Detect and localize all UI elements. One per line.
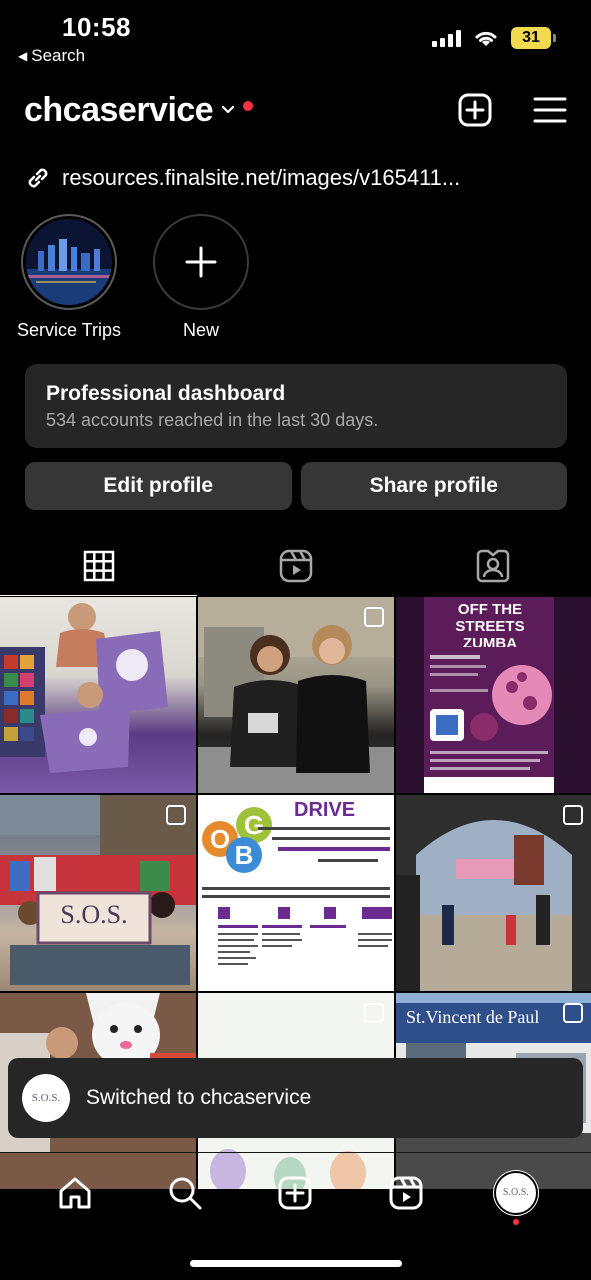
search-icon: [169, 1177, 202, 1209]
chevron-down-icon[interactable]: [221, 103, 235, 117]
highlight-label: Service Trips: [16, 320, 122, 340]
post-thumbnail[interactable]: [0, 597, 196, 793]
tab-tagged[interactable]: [394, 536, 591, 596]
professional-dashboard[interactable]: Professional dashboard 534 accounts reac…: [25, 364, 567, 448]
multi-photo-icon: [563, 1003, 583, 1023]
nav-home[interactable]: [53, 1171, 97, 1215]
tab-reels[interactable]: [197, 536, 394, 596]
grid-icon: [83, 550, 114, 582]
avatar: S.O.S.: [495, 1172, 536, 1213]
svg-text:St.Vincent de Paul: St.Vincent de Paul: [406, 1007, 539, 1027]
account-switched-toast: S.O.S. Switched to chcaservice: [8, 1058, 583, 1138]
dashboard-subtitle: 534 accounts reached in the last 30 days…: [46, 410, 379, 430]
dashboard-title: Professional dashboard: [46, 382, 286, 405]
menu-icon[interactable]: [533, 96, 567, 124]
link-icon: [28, 168, 48, 188]
notification-dot: [512, 1218, 519, 1225]
back-arrow-icon: ◀: [18, 49, 28, 63]
create-icon: [278, 1176, 312, 1209]
multi-photo-icon: [364, 607, 384, 627]
create-post-icon[interactable]: [457, 92, 493, 128]
nav-reels[interactable]: [384, 1171, 428, 1215]
back-to-search[interactable]: ◀ Search: [18, 46, 85, 66]
notification-dot: [243, 101, 254, 111]
highlight-cover: [26, 219, 112, 305]
account-switcher[interactable]: chcaservice: [24, 91, 214, 130]
post-thumbnail[interactable]: OFF THE STREETS ZUMBA FUNRAISER: [396, 597, 591, 793]
plus-icon: [185, 246, 217, 278]
post-thumbnail[interactable]: DRIVE O G B: [198, 795, 394, 991]
tagged-icon: [476, 549, 509, 583]
bio-link[interactable]: resources.finalsite.net/images/v165411..…: [24, 164, 460, 192]
signal-icon: [432, 29, 461, 47]
home-icon: [59, 1177, 91, 1208]
post-thumbnail[interactable]: [198, 597, 394, 793]
wifi-icon: [475, 31, 497, 46]
avatar: S.O.S.: [22, 1074, 70, 1122]
post-thumbnail[interactable]: S.O.S.: [0, 795, 196, 991]
nav-profile[interactable]: S.O.S.: [494, 1171, 538, 1225]
highlight-service-trips[interactable]: Service Trips: [14, 214, 124, 341]
bottom-navigation: S.O.S.: [0, 1152, 591, 1232]
nav-search[interactable]: [163, 1171, 207, 1215]
tab-posts[interactable]: [0, 536, 197, 596]
back-label: Search: [31, 46, 86, 65]
home-indicator[interactable]: [190, 1260, 402, 1267]
highlight-label: New: [182, 320, 219, 340]
multi-photo-icon: [166, 805, 186, 825]
story-highlights: Service Trips New: [14, 214, 256, 341]
multi-photo-icon: [563, 805, 583, 825]
reels-icon: [389, 1176, 423, 1209]
status-time: 10:58: [62, 12, 131, 42]
post-thumbnail[interactable]: [396, 795, 591, 991]
profile-header: chcaservice: [24, 88, 567, 132]
svg-text:S.O.S.: S.O.S.: [60, 900, 127, 929]
highlight-new[interactable]: New: [146, 214, 256, 341]
nav-create[interactable]: [273, 1171, 317, 1215]
battery-icon: 31: [511, 27, 556, 49]
status-indicators: 31: [432, 27, 556, 49]
multi-photo-icon: [364, 1003, 384, 1023]
bio-link-text: resources.finalsite.net/images/v165411..…: [62, 165, 461, 190]
reels-icon: [279, 549, 312, 583]
profile-tabs: [0, 536, 591, 596]
share-profile-button[interactable]: Share profile: [300, 462, 567, 510]
edit-profile-button[interactable]: Edit profile: [25, 462, 292, 510]
toast-message: Switched to chcaservice: [86, 1086, 312, 1109]
